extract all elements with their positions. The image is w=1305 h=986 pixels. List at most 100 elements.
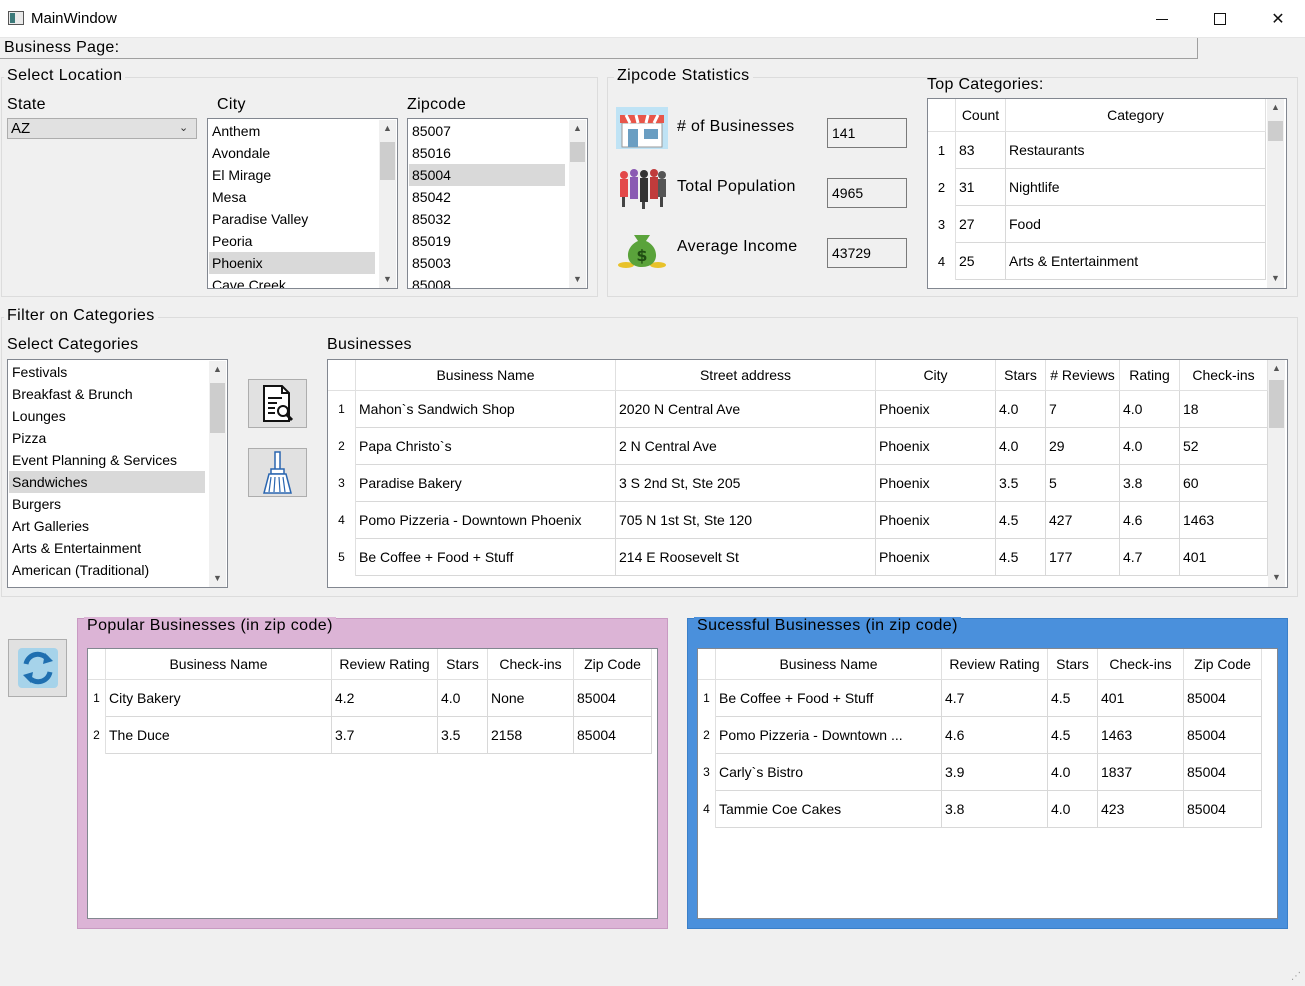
- categories-list-scrollbar[interactable]: ▲ ▼: [209, 361, 226, 587]
- row-header[interactable]: 4: [928, 243, 956, 280]
- table-cell[interactable]: 4.0: [1120, 428, 1180, 465]
- scroll-thumb[interactable]: [570, 142, 585, 162]
- table-cell[interactable]: 4.5: [1048, 717, 1098, 754]
- column-header[interactable]: Check-ins: [1180, 360, 1268, 391]
- column-header-count[interactable]: Count: [956, 99, 1006, 132]
- businesses-table[interactable]: Business Name Street address City Stars # Re…: [327, 359, 1288, 588]
- table-cell[interactable]: 4.0: [996, 391, 1046, 428]
- table-cell[interactable]: Nightlife: [1006, 169, 1266, 206]
- table-cell[interactable]: 29: [1046, 428, 1120, 465]
- column-header[interactable]: Business Name: [716, 649, 942, 680]
- column-header[interactable]: Check-ins: [488, 649, 574, 680]
- table-cell[interactable]: Phoenix: [876, 391, 996, 428]
- table-cell[interactable]: 85004: [1184, 791, 1262, 828]
- table-cell[interactable]: 4.0: [1048, 754, 1098, 791]
- scroll-thumb[interactable]: [1269, 380, 1284, 428]
- table-cell[interactable]: Phoenix: [876, 539, 996, 576]
- row-header[interactable]: 2: [698, 717, 716, 754]
- table-cell[interactable]: Carly`s Bistro: [716, 754, 942, 791]
- scroll-down-icon[interactable]: ▼: [209, 570, 226, 587]
- row-header[interactable]: 2: [328, 428, 356, 465]
- table-cell[interactable]: 4.5: [1048, 680, 1098, 717]
- scroll-up-icon[interactable]: ▲: [1268, 360, 1285, 377]
- scroll-thumb[interactable]: [210, 383, 225, 433]
- row-header[interactable]: 3: [928, 206, 956, 243]
- table-cell[interactable]: 3.8: [942, 791, 1048, 828]
- table-cell[interactable]: 1837: [1098, 754, 1184, 791]
- list-item[interactable]: 85042: [409, 186, 565, 208]
- table-cell[interactable]: 18: [1180, 391, 1268, 428]
- table-cell[interactable]: 427: [1046, 502, 1120, 539]
- column-header[interactable]: Stars: [996, 360, 1046, 391]
- scroll-down-icon[interactable]: ▼: [569, 271, 586, 288]
- categories-list[interactable]: ▲ ▼ Festivals Breakfast & Brunch Lounges Pi…: [7, 359, 228, 588]
- list-item[interactable]: Art Galleries: [9, 515, 205, 537]
- list-item[interactable]: 85007: [409, 120, 565, 142]
- scroll-down-icon[interactable]: ▼: [379, 271, 396, 288]
- table-cell[interactable]: Phoenix: [876, 502, 996, 539]
- table-cell[interactable]: 4.7: [942, 680, 1048, 717]
- list-item[interactable]: American (Traditional): [9, 559, 205, 581]
- table-cell[interactable]: 401: [1180, 539, 1268, 576]
- table-cell[interactable]: 4.0: [1120, 391, 1180, 428]
- list-item[interactable]: Peoria: [209, 230, 375, 252]
- list-item[interactable]: Phoenix: [209, 252, 375, 274]
- top-categories-table[interactable]: Count Category 1 83 Restaurants 2 31 Nightlif…: [927, 98, 1287, 289]
- table-cell[interactable]: 4.2: [332, 680, 438, 717]
- table-cell[interactable]: 705 N 1st St, Ste 120: [616, 502, 876, 539]
- successful-businesses-table[interactable]: Business Name Review Rating Stars Check-ins…: [697, 648, 1278, 919]
- table-cell[interactable]: Be Coffee + Food + Stuff: [356, 539, 616, 576]
- income-field[interactable]: 43729: [827, 238, 907, 268]
- scroll-up-icon[interactable]: ▲: [379, 120, 396, 137]
- table-cell[interactable]: 401: [1098, 680, 1184, 717]
- column-header[interactable]: # Reviews: [1046, 360, 1120, 391]
- scroll-up-icon[interactable]: ▲: [1267, 99, 1284, 116]
- list-item[interactable]: Pizza: [9, 427, 205, 449]
- column-header[interactable]: Review Rating: [942, 649, 1048, 680]
- table-cell[interactable]: Be Coffee + Food + Stuff: [716, 680, 942, 717]
- table-cell[interactable]: 4.7: [1120, 539, 1180, 576]
- row-header[interactable]: 2: [88, 717, 106, 754]
- column-header[interactable]: Business Name: [106, 649, 332, 680]
- list-item[interactable]: Festivals: [9, 361, 205, 383]
- close-button[interactable]: ✕: [1249, 0, 1305, 38]
- table-cell[interactable]: 3.9: [942, 754, 1048, 791]
- table-cell[interactable]: 7: [1046, 391, 1120, 428]
- column-header[interactable]: Street address: [616, 360, 876, 391]
- maximize-button[interactable]: [1191, 0, 1249, 38]
- businesses-count-field[interactable]: 141: [827, 118, 907, 148]
- row-header[interactable]: 1: [928, 132, 956, 169]
- table-cell[interactable]: Pomo Pizzeria - Downtown Phoenix: [356, 502, 616, 539]
- table-cell[interactable]: 85004: [1184, 717, 1262, 754]
- table-cell[interactable]: 85004: [574, 680, 652, 717]
- table-cell[interactable]: 52: [1180, 428, 1268, 465]
- table-cell[interactable]: 4.5: [996, 539, 1046, 576]
- table-cell[interactable]: Pomo Pizzeria - Downtown ...: [716, 717, 942, 754]
- column-header[interactable]: City: [876, 360, 996, 391]
- column-header-category[interactable]: Category: [1006, 99, 1266, 132]
- table-cell[interactable]: 177: [1046, 539, 1120, 576]
- table-cell[interactable]: 3.5: [438, 717, 488, 754]
- state-combobox[interactable]: [7, 118, 197, 139]
- list-item[interactable]: 85016: [409, 142, 565, 164]
- scroll-down-icon[interactable]: ▼: [1267, 270, 1284, 287]
- column-header[interactable]: Stars: [1048, 649, 1098, 680]
- table-cell[interactable]: 214 E Roosevelt St: [616, 539, 876, 576]
- clear-button[interactable]: [248, 448, 307, 497]
- column-header[interactable]: Zip Code: [574, 649, 652, 680]
- table-cell[interactable]: 83: [956, 132, 1006, 169]
- table-cell[interactable]: 423: [1098, 791, 1184, 828]
- scroll-thumb[interactable]: [1268, 121, 1283, 141]
- table-cell[interactable]: Restaurants: [1006, 132, 1266, 169]
- table-cell[interactable]: 85004: [1184, 680, 1262, 717]
- table-cell[interactable]: 4.0: [996, 428, 1046, 465]
- row-header[interactable]: 3: [698, 754, 716, 791]
- table-cell[interactable]: Paradise Bakery: [356, 465, 616, 502]
- row-header[interactable]: 5: [328, 539, 356, 576]
- list-item[interactable]: Burgers: [9, 493, 205, 515]
- table-cell[interactable]: 3 S 2nd St, Ste 205: [616, 465, 876, 502]
- city-list[interactable]: ▲ ▼ Anthem Avondale El Mirage Mesa Paradise …: [207, 118, 398, 289]
- list-item[interactable]: 85004: [409, 164, 565, 186]
- table-cell[interactable]: 5: [1046, 465, 1120, 502]
- table-cell[interactable]: 3.8: [1120, 465, 1180, 502]
